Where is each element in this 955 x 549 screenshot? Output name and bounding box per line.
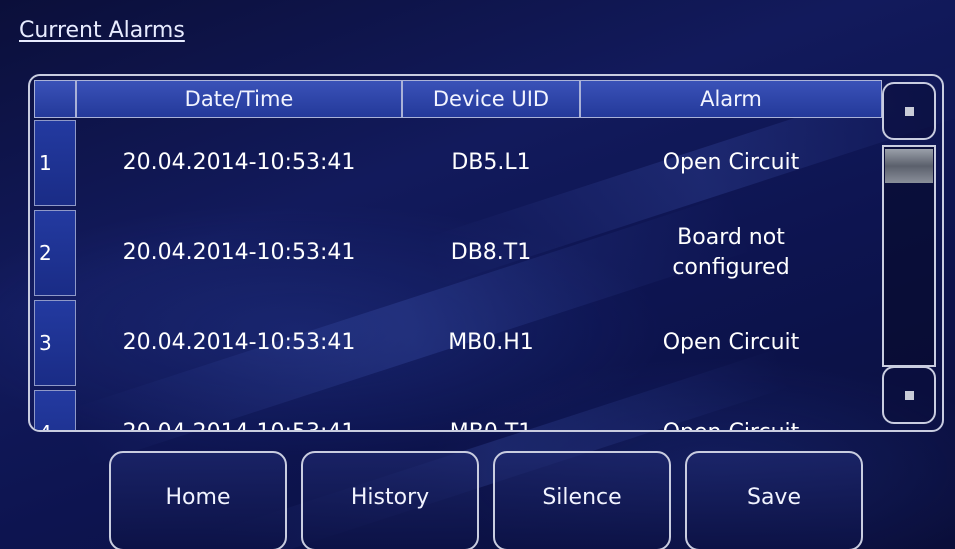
- row-alarm: Board not configured: [672, 225, 790, 280]
- scrollbar-thumb[interactable]: [885, 149, 933, 183]
- table-row[interactable]: 3 20.04.2014-10:53:41 MB0.H1 Open Circui…: [34, 300, 882, 388]
- row-index: 3: [34, 300, 76, 386]
- row-index: 4: [34, 390, 76, 430]
- table-row[interactable]: 4 20.04.2014-10:53:41 MB0.T1 Open Circui…: [34, 390, 882, 430]
- header-device-uid[interactable]: Device UID: [402, 80, 580, 118]
- scroll-down-button[interactable]: [882, 366, 936, 424]
- square-icon: [904, 106, 914, 116]
- header-alarm[interactable]: Alarm: [580, 80, 882, 118]
- row-datetime: 20.04.2014-10:53:41: [122, 150, 356, 175]
- row-datetime: 20.04.2014-10:53:41: [76, 390, 402, 430]
- row-datetime: 20.04.2014-10:53:41: [122, 240, 356, 265]
- table-header: Date/Time Device UID Alarm: [34, 80, 882, 118]
- home-button[interactable]: Home: [109, 451, 287, 549]
- save-button[interactable]: Save: [685, 451, 863, 549]
- alarms-table-viewport: Date/Time Device UID Alarm 1 20.04.2014-…: [30, 76, 882, 430]
- row-alarm: Open Circuit: [662, 150, 800, 175]
- row-device-uid: DB5.L1: [451, 150, 531, 175]
- silence-button[interactable]: Silence: [493, 451, 671, 549]
- row-datetime: 20.04.2014-10:53:41: [122, 330, 356, 355]
- table-row[interactable]: 1 20.04.2014-10:53:41 DB5.L1 Open Circui…: [34, 120, 882, 208]
- scroll-up-button[interactable]: [882, 82, 936, 140]
- header-index: [34, 80, 76, 118]
- row-index: 2: [34, 210, 76, 296]
- row-device-uid: DB8.T1: [450, 240, 532, 265]
- page-title: Current Alarms: [19, 18, 185, 43]
- square-icon: [904, 390, 914, 400]
- table-row[interactable]: 2 20.04.2014-10:53:41 DB8.T1 Board not c…: [34, 210, 882, 298]
- history-button[interactable]: History: [301, 451, 479, 549]
- row-device-uid: MB0.H1: [448, 330, 534, 355]
- row-alarm: Open Circuit: [580, 390, 882, 430]
- row-alarm: Open Circuit: [662, 330, 800, 355]
- bottom-button-bar: Home History Silence Save: [109, 451, 863, 549]
- row-index: 1: [34, 120, 76, 206]
- row-device-uid: MB0.T1: [402, 390, 580, 430]
- header-date-time[interactable]: Date/Time: [76, 80, 402, 118]
- alarms-table: Date/Time Device UID Alarm 1 20.04.2014-…: [28, 74, 944, 432]
- scrollbar-track[interactable]: [882, 145, 936, 367]
